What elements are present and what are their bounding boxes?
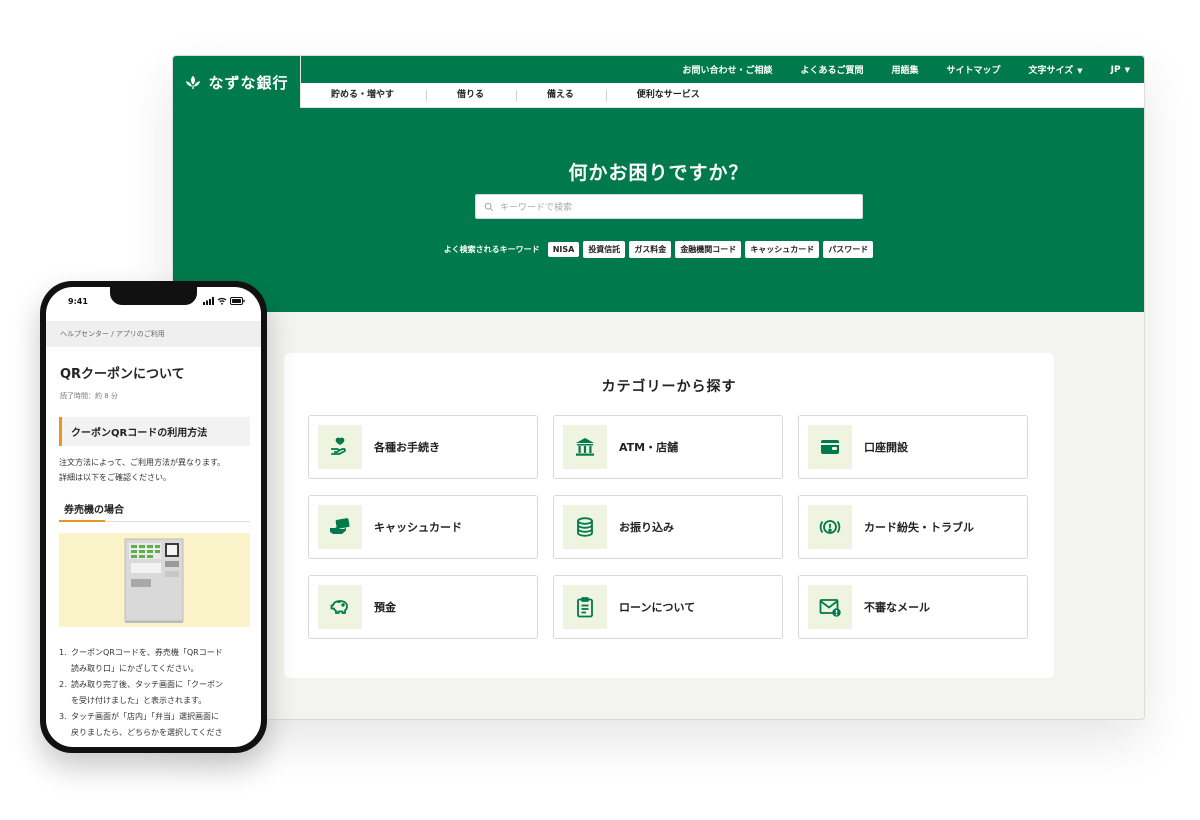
keyword-chip[interactable]: 金融機関コード: [675, 241, 742, 258]
step-line: 読み取り完了後、タッチ画面に「クーポン: [71, 680, 223, 689]
step-line: を受け付けました」と表示されます。: [71, 696, 207, 705]
category-label: お振り込み: [619, 521, 674, 534]
keyword-chip[interactable]: ガス料金: [629, 241, 672, 258]
nav-borrow[interactable]: 借りる: [457, 89, 518, 101]
keywords-label: よく検索されるキーワード: [443, 245, 540, 254]
clipboard-icon: [577, 597, 593, 618]
main-nav: 貯める・増やす 借りる 備える 便利なサービス: [301, 83, 1144, 108]
list-item: 2. 読み取り完了後、タッチ画面に「クーポン を受け付けました」と表示されます。: [59, 677, 254, 709]
keyword-chip[interactable]: NISA: [547, 242, 580, 257]
alert-circle-icon: [819, 520, 841, 534]
wifi-icon: [217, 297, 227, 305]
keyword-chip[interactable]: パスワード: [823, 241, 874, 258]
link-glossary[interactable]: 用語集: [892, 63, 919, 76]
font-size-label: 文字サイズ: [1028, 66, 1074, 76]
category-cash-card[interactable]: キャッシュカード: [308, 495, 538, 559]
step-line: 読み取り口」にかざしてください。: [71, 664, 199, 673]
category-atm-branch[interactable]: ATM・店舗: [553, 415, 783, 479]
nav-prepare[interactable]: 備える: [547, 89, 607, 101]
card-hand-icon: [330, 518, 350, 534]
search-input[interactable]: キーワードで検索: [475, 194, 863, 219]
category-label: 各種お手続き: [374, 441, 440, 454]
mail-alert-icon: [819, 599, 841, 617]
step-list: 1. クーポンQRコードを、券売機「QRコード 読み取り口」にかざしてください。…: [59, 645, 254, 741]
category-label: ローンについて: [619, 601, 696, 614]
link-sitemap[interactable]: サイトマップ: [947, 63, 1001, 76]
search-icon: [484, 202, 494, 211]
phone-mockup: 9:41 ヘルプセンター / アプリのご利用 QRクーポンについて 読了時間：約…: [40, 281, 267, 753]
section-heading: クーポンQRコードの利用方法: [59, 417, 250, 446]
site-logo[interactable]: なずな銀行: [173, 56, 301, 108]
category-label: 預金: [374, 601, 396, 614]
language-dropdown[interactable]: JP ▼: [1111, 65, 1130, 75]
battery-icon: [230, 297, 245, 305]
category-label: 口座開設: [864, 441, 908, 454]
nav-save-grow[interactable]: 貯める・増やす: [331, 89, 428, 101]
step-number: 3.: [59, 712, 67, 721]
hero-section: 何かお困りですか？ キーワードで検索 よく検索されるキーワード NISA 投資信…: [173, 108, 1144, 312]
breadcrumb-text[interactable]: ヘルプセンター / アプリのご利用: [60, 329, 165, 339]
chevron-down-icon: ▼: [1077, 67, 1083, 75]
ticket-machine-icon: [124, 538, 184, 623]
link-faq[interactable]: よくあるご質問: [800, 63, 863, 76]
utility-nav: お問い合わせ・ご相談 よくあるご質問 用語集 サイトマップ 文字サイズ ▼ JP ▼: [301, 56, 1144, 83]
intro-text: 注文方法によって、ご利用方法が異なります。 詳細は以下をご確認ください。: [59, 455, 254, 485]
leaf-logo-icon: [186, 75, 201, 90]
category-deposit[interactable]: 預金: [308, 575, 538, 639]
logo-text: なずな銀行: [208, 73, 289, 92]
phone-screen: 9:41 ヘルプセンター / アプリのご利用 QRクーポンについて 読了時間：約…: [46, 287, 261, 747]
chevron-down-icon: ▼: [1124, 65, 1130, 74]
step-line: クーポンQRコードを、券売機「QRコード: [71, 648, 223, 657]
category-label: カード紛失・トラブル: [864, 521, 974, 534]
list-item: 1. クーポンQRコードを、券売機「QRコード 読み取り口」にかざしてください。: [59, 645, 254, 677]
category-suspicious-mail[interactable]: 不審なメール: [798, 575, 1028, 639]
read-time: 読了時間：約 8 分: [60, 392, 118, 400]
keyword-chip[interactable]: キャッシュカード: [745, 241, 820, 258]
ticket-machine-illustration: [59, 533, 250, 627]
nav-services[interactable]: 便利なサービス: [637, 90, 732, 101]
desktop-window: なずな銀行 お問い合わせ・ご相談 よくあるご質問 用語集 サイトマップ 文字サイ…: [172, 55, 1145, 720]
category-title: カテゴリーから探す: [601, 379, 737, 395]
category-transfer[interactable]: お振り込み: [553, 495, 783, 559]
language-label: JP: [1110, 64, 1121, 75]
category-procedures[interactable]: 各種お手続き: [308, 415, 538, 479]
status-time: 9:41: [68, 297, 88, 306]
hand-heart-icon: [331, 437, 346, 455]
bank-icon: [576, 438, 594, 456]
intro-line: 詳細は以下をご確認ください。: [59, 473, 171, 482]
category-label: ATM・店舗: [619, 441, 679, 454]
subsection-heading: 券売機の場合: [59, 501, 250, 522]
category-account-opening[interactable]: 口座開設: [798, 415, 1028, 479]
article-title: QRクーポンについて: [60, 367, 185, 382]
category-label: 不審なメール: [864, 601, 930, 614]
category-panel: カテゴリーから探す 各種お手続き ATM・店舗 口座開設 キャッシュカード お振…: [284, 353, 1054, 678]
hero-title: 何かお困りですか？: [568, 162, 749, 184]
popular-keywords: よく検索されるキーワード NISA 投資信託 ガス料金 金融機関コード キャッシ…: [173, 241, 1144, 258]
intro-line: 注文方法によって、ご利用方法が異なります。: [59, 458, 226, 467]
coins-icon: [577, 517, 593, 537]
phone-notch: [110, 287, 197, 305]
list-item: 3. タッチ画面が「店内」「弁当」選択画面に 戻りましたら、どちらかを選択してく…: [59, 709, 254, 741]
font-size-dropdown[interactable]: 文字サイズ ▼: [1029, 63, 1083, 76]
keyword-chip[interactable]: 投資信託: [583, 241, 626, 258]
signal-icon: [203, 297, 214, 305]
category-grid: 各種お手続き ATM・店舗 口座開設 キャッシュカード お振り込み カード紛失・…: [308, 415, 1028, 639]
category-label: キャッシュカード: [374, 521, 462, 534]
step-line: 戻りましたら、どちらかを選択してくださ: [71, 728, 223, 737]
piggy-bank-icon: [330, 600, 348, 614]
search-placeholder: キーワードで検索: [500, 203, 573, 213]
step-line: タッチ画面が「店内」「弁当」選択画面に: [71, 712, 219, 721]
category-loan[interactable]: ローンについて: [553, 575, 783, 639]
step-number: 2.: [59, 680, 67, 689]
status-icons: [203, 297, 245, 305]
breadcrumb: ヘルプセンター / アプリのご利用: [46, 321, 261, 347]
link-contact[interactable]: お問い合わせ・ご相談: [682, 63, 772, 76]
category-card-loss[interactable]: カード紛失・トラブル: [798, 495, 1028, 559]
wallet-icon: [821, 440, 839, 454]
step-number: 1.: [59, 648, 67, 657]
